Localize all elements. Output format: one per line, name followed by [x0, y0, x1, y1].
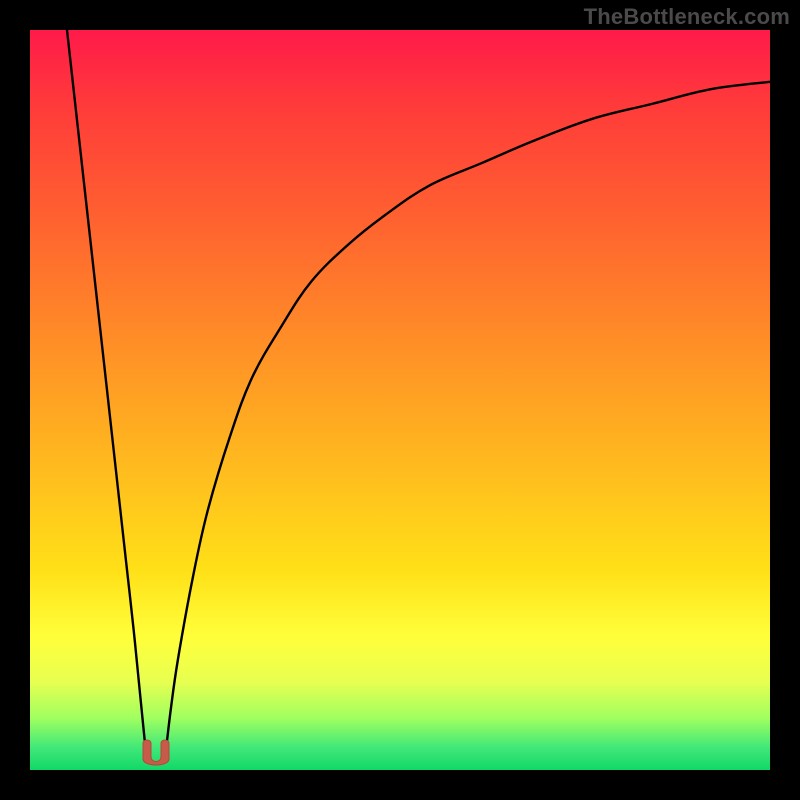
watermark-text: TheBottleneck.com — [584, 4, 790, 30]
curve-right-branch — [165, 82, 770, 755]
bottleneck-curve — [30, 30, 770, 770]
optimal-point-marker — [139, 739, 173, 767]
chart-container: TheBottleneck.com — [0, 0, 800, 800]
curve-left-branch — [67, 30, 146, 755]
